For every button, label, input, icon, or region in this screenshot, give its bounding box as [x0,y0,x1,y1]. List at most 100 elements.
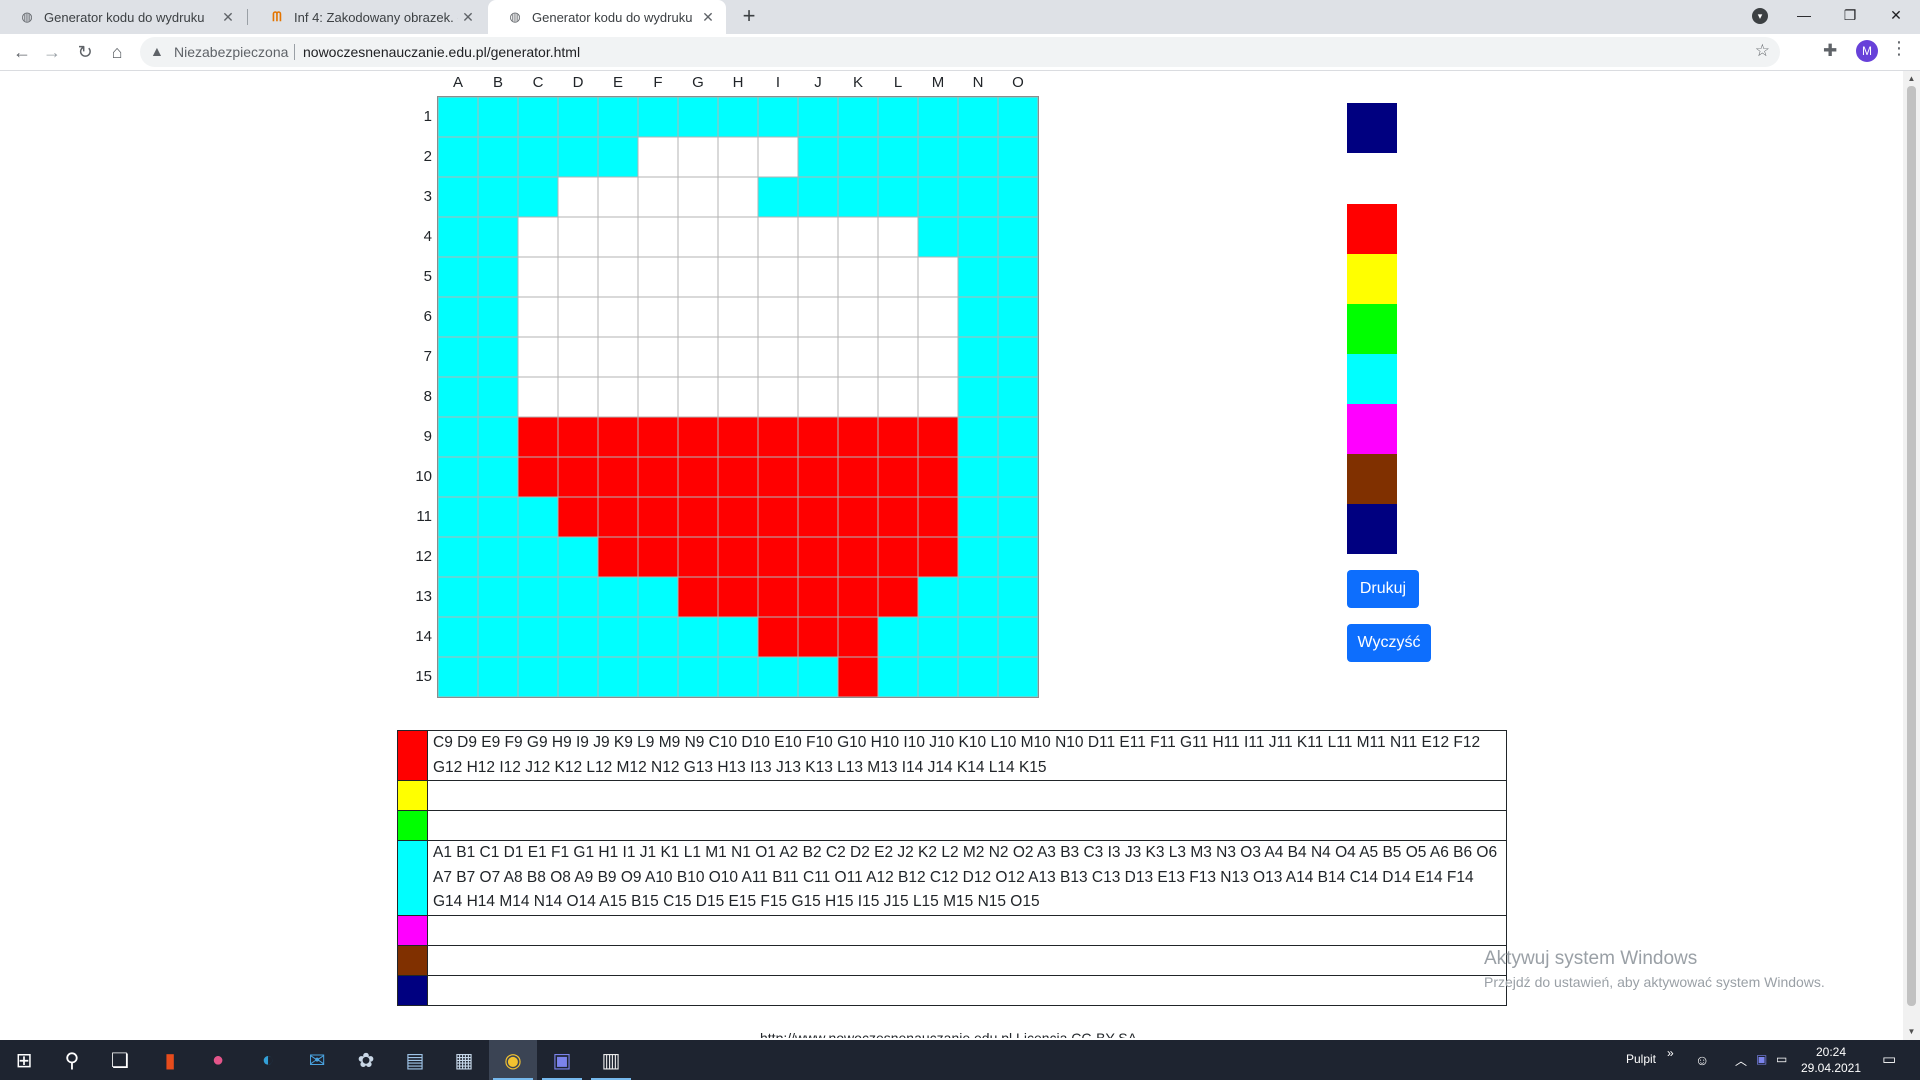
grid-cell-D1[interactable] [557,96,599,138]
grid-cell-K3[interactable] [837,176,879,218]
grid-cell-I4[interactable] [757,216,799,258]
grid-cell-O11[interactable] [997,496,1039,538]
grid-cell-D14[interactable] [557,616,599,658]
grid-cell-M13[interactable] [917,576,959,618]
grid-cell-N13[interactable] [957,576,999,618]
grid-cell-K14[interactable] [837,616,879,658]
grid-cell-A1[interactable] [437,96,479,138]
grid-cell-J14[interactable] [797,616,839,658]
grid-cell-L12[interactable] [877,536,919,578]
grid-cell-L10[interactable] [877,456,919,498]
grid-cell-K6[interactable] [837,296,879,338]
grid-cell-J6[interactable] [797,296,839,338]
grid-cell-O1[interactable] [997,96,1039,138]
grid-cell-O15[interactable] [997,656,1039,698]
grid-cell-D12[interactable] [557,536,599,578]
grid-cell-O4[interactable] [997,216,1039,258]
grid-cell-B3[interactable] [477,176,519,218]
grid-cell-I10[interactable] [757,456,799,498]
grid-cell-N3[interactable] [957,176,999,218]
grid-cell-I14[interactable] [757,616,799,658]
grid-cell-A14[interactable] [437,616,479,658]
grid-cell-C10[interactable] [517,456,559,498]
grid-cell-I9[interactable] [757,416,799,458]
grid-cell-L2[interactable] [877,136,919,178]
grid-cell-C8[interactable] [517,376,559,418]
grid-cell-B5[interactable] [477,256,519,298]
grid-cell-D10[interactable] [557,456,599,498]
grid-cell-B1[interactable] [477,96,519,138]
grid-cell-G11[interactable] [677,496,719,538]
grid-cell-H5[interactable] [717,256,759,298]
grid-cell-A7[interactable] [437,336,479,378]
grid-cell-A8[interactable] [437,376,479,418]
grid-cell-J9[interactable] [797,416,839,458]
grid-cell-D7[interactable] [557,336,599,378]
grid-cell-E7[interactable] [597,336,639,378]
grid-cell-F8[interactable] [637,376,679,418]
grid-cell-B7[interactable] [477,336,519,378]
task-view-icon[interactable]: ❏ [96,1040,144,1080]
palette-color-swatch[interactable] [1347,404,1397,454]
grid-cell-C3[interactable] [517,176,559,218]
grid-cell-L11[interactable] [877,496,919,538]
grid-cell-D4[interactable] [557,216,599,258]
grid-cell-M7[interactable] [917,336,959,378]
grid-cell-E1[interactable] [597,96,639,138]
tab-search-icon[interactable]: ▾ [1752,8,1768,24]
grid-cell-C9[interactable] [517,416,559,458]
grid-cell-J5[interactable] [797,256,839,298]
grid-cell-C1[interactable] [517,96,559,138]
grid-cell-I2[interactable] [757,136,799,178]
notepad-icon[interactable]: ▤ [391,1040,439,1080]
grid-cell-B15[interactable] [477,656,519,698]
notes-icon[interactable]: ▥ [587,1040,635,1080]
grid-cell-A5[interactable] [437,256,479,298]
grid-cell-B9[interactable] [477,416,519,458]
grid-cell-B4[interactable] [477,216,519,258]
minimize-button[interactable]: — [1781,0,1827,30]
grid-cell-N4[interactable] [957,216,999,258]
grid-cell-L6[interactable] [877,296,919,338]
grid-cell-I13[interactable] [757,576,799,618]
grid-cell-F15[interactable] [637,656,679,698]
grid-cell-M9[interactable] [917,416,959,458]
grid-cell-M15[interactable] [917,656,959,698]
grid-cell-E3[interactable] [597,176,639,218]
grid-cell-M2[interactable] [917,136,959,178]
grid-cell-E14[interactable] [597,616,639,658]
grid-cell-F12[interactable] [637,536,679,578]
grid-cell-G13[interactable] [677,576,719,618]
grid-cell-G1[interactable] [677,96,719,138]
extensions-puzzle-icon[interactable]: ✚ [1823,41,1837,61]
windows-start-icon[interactable]: ⊞ [0,1040,48,1080]
grid-cell-K7[interactable] [837,336,879,378]
teams-tray-icon[interactable]: ▣ [1756,1052,1767,1066]
grid-cell-C11[interactable] [517,496,559,538]
grid-cell-G5[interactable] [677,256,719,298]
grid-cell-B12[interactable] [477,536,519,578]
chrome-icon[interactable]: ◉ [489,1040,537,1080]
grid-cell-A9[interactable] [437,416,479,458]
grid-cell-O12[interactable] [997,536,1039,578]
forward-arrow-icon[interactable]: → [38,38,66,66]
close-icon[interactable]: ✕ [698,9,718,26]
print-button[interactable]: Drukuj [1347,570,1419,608]
grid-cell-A6[interactable] [437,296,479,338]
grid-cell-N10[interactable] [957,456,999,498]
grid-cell-C6[interactable] [517,296,559,338]
grid-cell-M1[interactable] [917,96,959,138]
grid-cell-A15[interactable] [437,656,479,698]
grid-cell-J3[interactable] [797,176,839,218]
grid-cell-H1[interactable] [717,96,759,138]
grid-cell-N2[interactable] [957,136,999,178]
grid-cell-D13[interactable] [557,576,599,618]
grid-cell-C12[interactable] [517,536,559,578]
avatar[interactable]: M [1856,40,1878,62]
grid-cell-N8[interactable] [957,376,999,418]
grid-cell-F13[interactable] [637,576,679,618]
grid-cell-H10[interactable] [717,456,759,498]
close-icon[interactable]: ✕ [458,9,478,26]
tab-generator-1[interactable]: ◍ Generator kodu do wydruku ✕ [0,0,246,34]
grid-cell-L3[interactable] [877,176,919,218]
